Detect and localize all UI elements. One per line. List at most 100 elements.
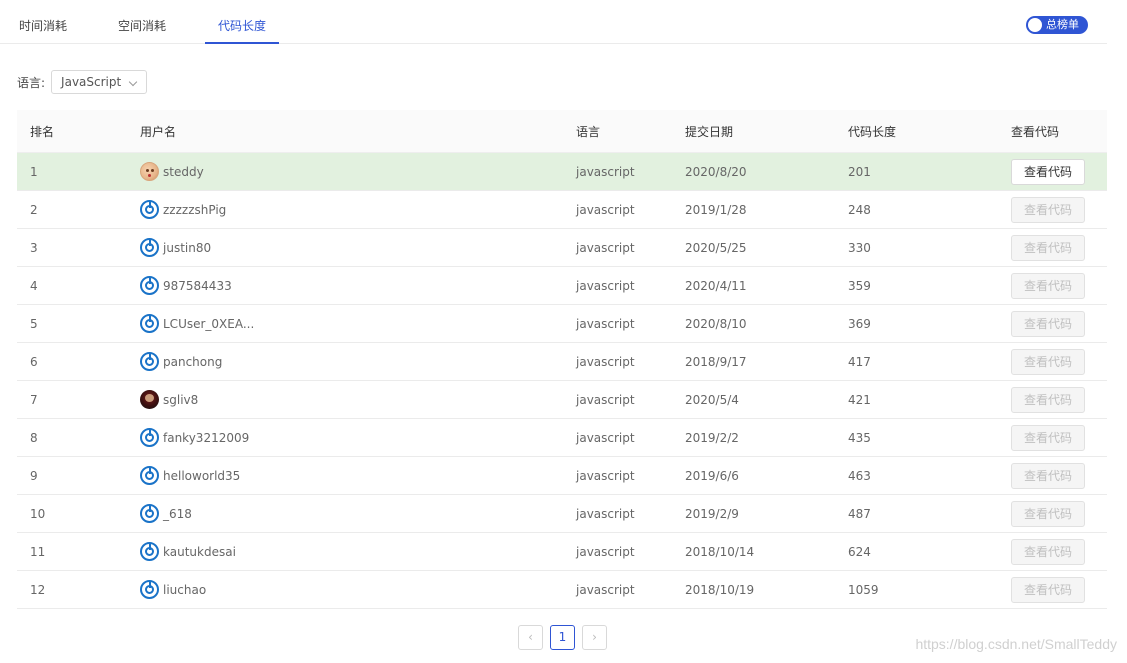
rank-cell: 10 bbox=[30, 506, 46, 521]
photo-avatar-icon[interactable] bbox=[140, 390, 159, 409]
default-avatar-icon[interactable] bbox=[140, 504, 159, 523]
username-link[interactable]: 987584433 bbox=[163, 279, 232, 293]
view-code-button[interactable]: 查看代码 bbox=[1011, 234, 1085, 261]
username-link[interactable]: LCUser_0XEA... bbox=[163, 317, 254, 331]
language-cell: javascript bbox=[576, 278, 635, 293]
overall-ranking-toggle[interactable]: 总榜单 bbox=[1026, 16, 1088, 34]
view-code-button[interactable]: 查看代码 bbox=[1011, 500, 1085, 527]
language-cell: javascript bbox=[576, 164, 635, 179]
view-code-cell: 查看代码 bbox=[1008, 310, 1107, 337]
date-cell: 2018/10/19 bbox=[685, 582, 755, 597]
language-cell: javascript bbox=[576, 506, 635, 521]
view-code-button[interactable]: 查看代码 bbox=[1011, 538, 1085, 565]
user-cell: panchong bbox=[140, 352, 576, 371]
code-length-cell: 359 bbox=[848, 278, 871, 293]
date-cell: 2020/5/25 bbox=[685, 240, 747, 255]
language-select[interactable]: JavaScript bbox=[51, 70, 148, 94]
table-row: 4 987584433 javascript 2020/4/11 359 查看代码 bbox=[17, 267, 1107, 305]
date-cell: 2020/8/10 bbox=[685, 316, 747, 331]
date-cell: 2020/8/20 bbox=[685, 164, 747, 179]
username-link[interactable]: steddy bbox=[163, 165, 204, 179]
tab-bar: 时间消耗 空间消耗 代码长度 总榜单 bbox=[0, 0, 1107, 44]
rank-cell: 7 bbox=[30, 392, 38, 407]
view-code-button[interactable]: 查看代码 bbox=[1011, 196, 1085, 223]
default-avatar-icon[interactable] bbox=[140, 352, 159, 371]
view-code-button[interactable]: 查看代码 bbox=[1011, 576, 1085, 603]
header-view-code: 查看代码 bbox=[1011, 124, 1060, 139]
table-row: 9 helloworld35 javascript 2019/6/6 463 查看代码 bbox=[17, 457, 1107, 495]
ranking-table: 排名 用户名 语言 提交日期 代码长度 查看代码 1 steddy javascri… bbox=[17, 110, 1107, 609]
view-code-cell: 查看代码 bbox=[1008, 500, 1107, 527]
date-cell: 2019/6/6 bbox=[685, 468, 739, 483]
tab-space[interactable]: 空间消耗 bbox=[117, 0, 167, 44]
view-code-cell: 查看代码 bbox=[1008, 386, 1107, 413]
table-row: 3 justin80 javascript 2020/5/25 330 查看代码 bbox=[17, 229, 1107, 267]
code-length-cell: 421 bbox=[848, 392, 871, 407]
date-cell: 2020/4/11 bbox=[685, 278, 747, 293]
date-cell: 2019/2/2 bbox=[685, 430, 739, 445]
user-cell: sgliv8 bbox=[140, 390, 576, 409]
watermark: https://blog.csdn.net/SmallTeddy bbox=[915, 636, 1117, 652]
default-avatar-icon[interactable] bbox=[140, 200, 159, 219]
date-cell: 2019/2/9 bbox=[685, 506, 739, 521]
language-cell: javascript bbox=[576, 316, 635, 331]
language-cell: javascript bbox=[576, 582, 635, 597]
default-avatar-icon[interactable] bbox=[140, 580, 159, 599]
view-code-button[interactable]: 查看代码 bbox=[1011, 272, 1085, 299]
username-link[interactable]: justin80 bbox=[163, 241, 211, 255]
view-code-button[interactable]: 查看代码 bbox=[1011, 310, 1085, 337]
view-code-button[interactable]: 查看代码 bbox=[1011, 348, 1085, 375]
next-page-button[interactable]: › bbox=[582, 625, 607, 650]
view-code-button[interactable]: 查看代码 bbox=[1011, 158, 1085, 185]
view-code-cell: 查看代码 bbox=[1008, 576, 1107, 603]
view-code-cell: 查看代码 bbox=[1008, 272, 1107, 299]
code-length-cell: 330 bbox=[848, 240, 871, 255]
header-language: 语言 bbox=[576, 124, 601, 139]
view-code-button[interactable]: 查看代码 bbox=[1011, 424, 1085, 451]
toggle-knob bbox=[1028, 18, 1042, 32]
default-avatar-icon[interactable] bbox=[140, 542, 159, 561]
username-link[interactable]: panchong bbox=[163, 355, 222, 369]
rank-cell: 8 bbox=[30, 430, 38, 445]
code-length-cell: 1059 bbox=[848, 582, 879, 597]
username-link[interactable]: _618 bbox=[163, 507, 192, 521]
table-row: 5 LCUser_0XEA... javascript 2020/8/10 369 查看代… bbox=[17, 305, 1107, 343]
username-link[interactable]: zzzzzshPig bbox=[163, 203, 226, 217]
rank-cell: 11 bbox=[30, 544, 46, 559]
language-cell: javascript bbox=[576, 392, 635, 407]
rank-cell: 3 bbox=[30, 240, 38, 255]
default-avatar-icon[interactable] bbox=[140, 428, 159, 447]
prev-page-button[interactable]: ‹ bbox=[518, 625, 543, 650]
language-cell: javascript bbox=[576, 468, 635, 483]
rank-cell: 12 bbox=[30, 582, 46, 597]
page-1-button[interactable]: 1 bbox=[550, 625, 575, 650]
default-avatar-icon[interactable] bbox=[140, 238, 159, 257]
view-code-cell: 查看代码 bbox=[1008, 196, 1107, 223]
rank-cell: 5 bbox=[30, 316, 38, 331]
view-code-cell: 查看代码 bbox=[1008, 462, 1107, 489]
tab-code-length[interactable]: 代码长度 bbox=[205, 0, 279, 44]
view-code-button[interactable]: 查看代码 bbox=[1011, 386, 1085, 413]
code-length-cell: 624 bbox=[848, 544, 871, 559]
username-link[interactable]: helloworld35 bbox=[163, 469, 240, 483]
username-link[interactable]: fanky3212009 bbox=[163, 431, 249, 445]
user-cell: kautukdesai bbox=[140, 542, 576, 561]
username-link[interactable]: sgliv8 bbox=[163, 393, 198, 407]
code-length-cell: 248 bbox=[848, 202, 871, 217]
default-avatar-icon[interactable] bbox=[140, 466, 159, 485]
date-cell: 2019/1/28 bbox=[685, 202, 747, 217]
table-row: 11 kautukdesai javascript 2018/10/14 624 查看代码 bbox=[17, 533, 1107, 571]
user-cell: justin80 bbox=[140, 238, 576, 257]
view-code-button[interactable]: 查看代码 bbox=[1011, 462, 1085, 489]
language-filter: 语言: JavaScript bbox=[17, 70, 148, 94]
code-length-cell: 201 bbox=[848, 164, 871, 179]
table-row: 7 sgliv8 javascript 2020/5/4 421 查看代码 bbox=[17, 381, 1107, 419]
username-link[interactable]: liuchao bbox=[163, 583, 206, 597]
language-label: 语言: bbox=[17, 75, 46, 90]
default-avatar-icon[interactable] bbox=[140, 314, 159, 333]
default-avatar-icon[interactable] bbox=[140, 276, 159, 295]
username-link[interactable]: kautukdesai bbox=[163, 545, 236, 559]
tab-time[interactable]: 时间消耗 bbox=[18, 0, 68, 44]
cookie-avatar-icon[interactable] bbox=[140, 162, 159, 181]
user-cell: steddy bbox=[140, 162, 576, 181]
